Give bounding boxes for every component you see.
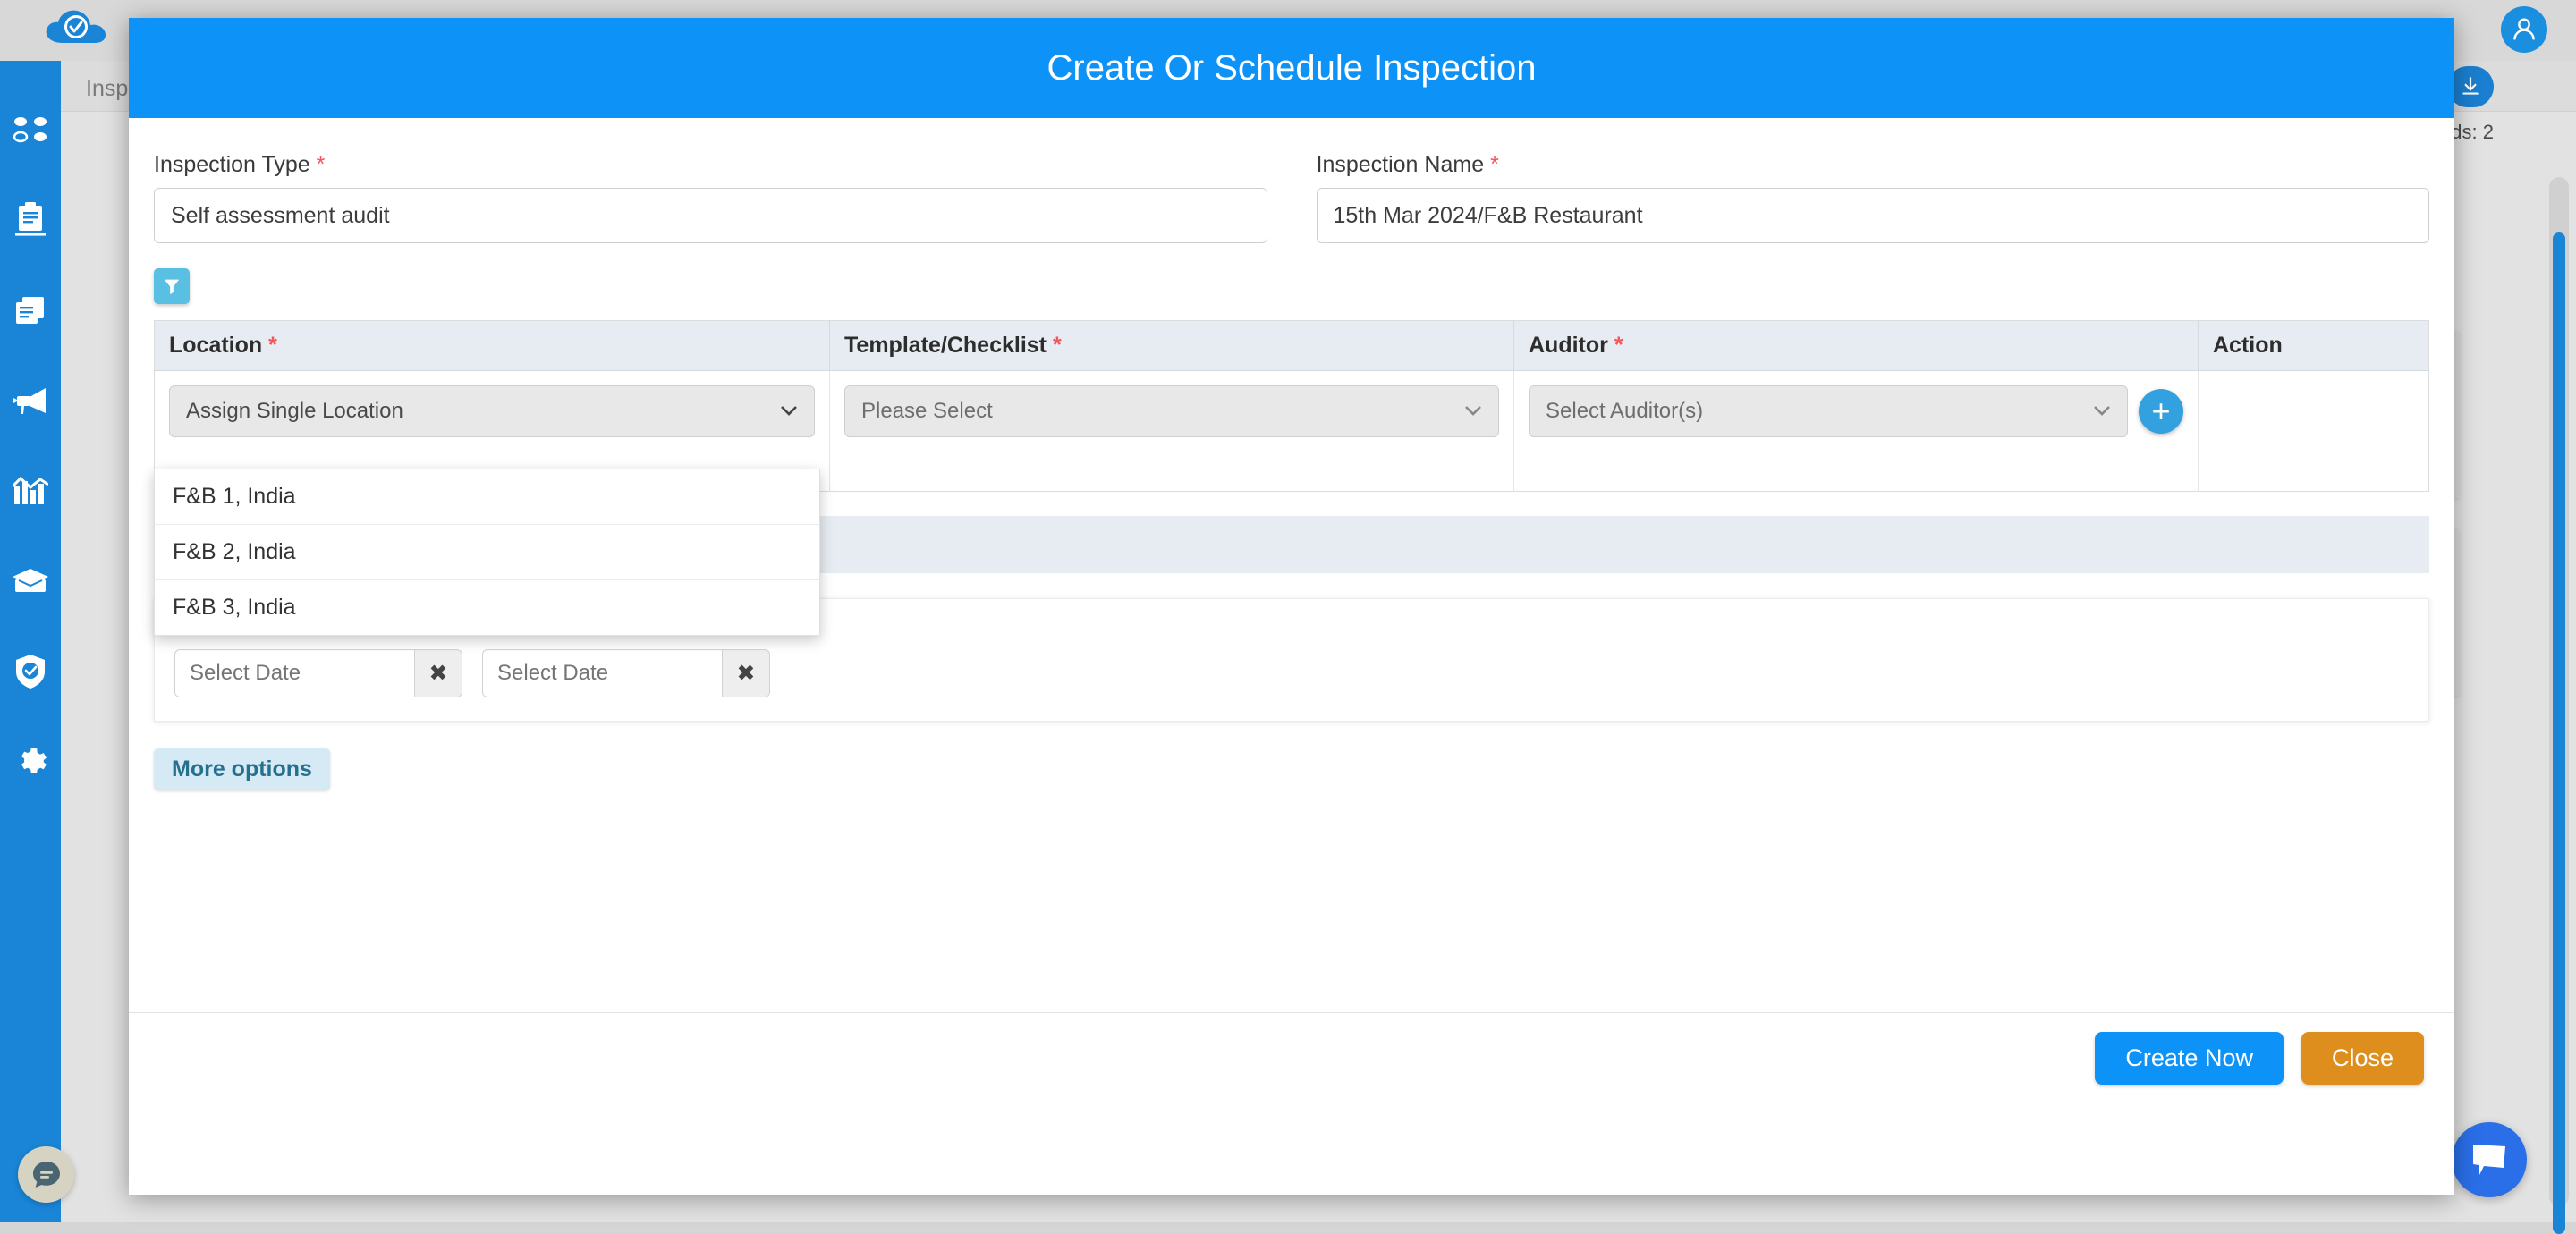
template-select-placeholder: Please Select <box>861 399 993 423</box>
modal-body: Inspection Type * Self assessment audit … <box>129 118 2454 1103</box>
location-option-3[interactable]: F&B 3, India <box>155 580 819 635</box>
modal-header: Create Or Schedule Inspection <box>129 18 2454 118</box>
sidebar-item-reports[interactable] <box>0 445 61 536</box>
inspection-type-select[interactable]: Self assessment audit <box>154 188 1267 243</box>
message-bubble-icon[interactable] <box>18 1146 74 1203</box>
add-row-button[interactable]: + <box>2139 389 2183 434</box>
inspection-type-group: Inspection Type * Self assessment audit <box>154 152 1267 243</box>
chevron-down-icon <box>2093 404 2111 417</box>
sidebar-item-inspections[interactable] <box>0 174 61 265</box>
modal-footer: Create Now Close <box>129 1012 2454 1103</box>
required-asterisk: * <box>1053 333 1062 358</box>
inspection-name-label: Inspection Name * <box>1317 152 2430 178</box>
due-date-clear-icon[interactable]: ✖ <box>722 649 770 697</box>
inspection-type-select-wrap: Self assessment audit <box>154 188 1267 243</box>
tab-inspections[interactable]: Insp <box>86 76 128 102</box>
due-date-input[interactable] <box>482 649 722 697</box>
column-header-auditor: Auditor * <box>1514 321 2199 371</box>
top-form-row: Inspection Type * Self assessment audit … <box>150 152 2433 243</box>
cell-action <box>2199 371 2429 492</box>
inspection-type-label-text: Inspection Type <box>154 152 310 177</box>
more-options-button[interactable]: More options <box>154 748 330 790</box>
column-header-auditor-text: Auditor <box>1529 333 1608 358</box>
location-dropdown-menu: F&B 1, India F&B 2, India F&B 3, India <box>154 469 820 636</box>
clipboard-icon <box>13 202 47 238</box>
start-date-clear-icon[interactable]: ✖ <box>414 649 462 697</box>
sidebar-item-settings[interactable] <box>0 716 61 807</box>
filter-funnel-icon[interactable] <box>154 268 190 304</box>
auditor-cell-inner: Select Auditor(s) + <box>1529 385 2183 437</box>
dashboard-grid-icon <box>13 115 48 144</box>
location-option-2[interactable]: F&B 2, India <box>155 525 819 580</box>
required-asterisk: * <box>268 333 277 358</box>
page-title: Create Or Schedule Inspection <box>1047 48 1537 89</box>
sidebar-item-compliance[interactable] <box>0 626 61 716</box>
assignment-table-head: Location * Template/Checklist * Auditor … <box>155 321 2429 371</box>
cell-auditor: Select Auditor(s) + <box>1514 371 2199 492</box>
auditor-select-placeholder: Select Auditor(s) <box>1546 399 1703 423</box>
location-select[interactable]: Assign Single Location <box>169 385 815 437</box>
close-button[interactable]: Close <box>2301 1032 2424 1085</box>
inspection-type-label: Inspection Type * <box>154 152 1267 178</box>
required-asterisk: * <box>1614 333 1623 358</box>
left-sidebar <box>0 61 61 1222</box>
inspection-name-group: Inspection Name * <box>1317 152 2430 243</box>
inspection-name-input[interactable] <box>1317 188 2430 243</box>
megaphone-icon <box>12 386 49 415</box>
create-schedule-inspection-modal: Create Or Schedule Inspection Inspection… <box>129 18 2454 1195</box>
create-now-button[interactable]: Create Now <box>2095 1032 2284 1085</box>
gear-icon <box>13 745 47 779</box>
auditor-select[interactable]: Select Auditor(s) <box>1529 385 2128 437</box>
documents-icon <box>13 294 47 326</box>
required-asterisk: * <box>317 152 326 177</box>
location-option-1[interactable]: F&B 1, India <box>155 469 819 525</box>
template-select[interactable]: Please Select <box>844 385 1499 437</box>
scrollbar-thumb[interactable] <box>2553 232 2565 1234</box>
due-date-input-group: ✖ <box>482 649 770 697</box>
sidebar-item-announcements[interactable] <box>0 355 61 445</box>
graduation-icon <box>12 567 49 596</box>
cell-template: Please Select <box>830 371 1514 492</box>
column-header-template: Template/Checklist * <box>830 321 1514 371</box>
chat-bubble-icon[interactable] <box>2452 1122 2527 1197</box>
start-date-input[interactable] <box>174 649 414 697</box>
inspection-name-label-text: Inspection Name <box>1317 152 1485 177</box>
sidebar-item-dashboard[interactable] <box>0 84 61 174</box>
assignment-table: Location * Template/Checklist * Auditor … <box>154 320 2429 492</box>
shield-check-icon <box>14 654 47 689</box>
chevron-down-icon <box>780 404 798 417</box>
sidebar-item-training[interactable] <box>0 536 61 626</box>
location-select-value: Assign Single Location <box>186 399 403 423</box>
user-avatar-icon[interactable] <box>2501 6 2547 53</box>
column-header-action: Action <box>2199 321 2429 371</box>
cloud-check-logo <box>36 4 143 57</box>
start-date-input-group: ✖ <box>174 649 462 697</box>
assignment-table-header-row: Location * Template/Checklist * Auditor … <box>155 321 2429 371</box>
vertical-scrollbar[interactable] <box>2549 177 2569 1206</box>
bar-chart-icon <box>13 476 48 506</box>
column-header-location: Location * <box>155 321 830 371</box>
chevron-down-icon <box>1464 404 1482 417</box>
column-header-location-text: Location <box>169 333 262 358</box>
required-asterisk: * <box>1490 152 1499 177</box>
sidebar-item-documents[interactable] <box>0 265 61 355</box>
column-header-template-text: Template/Checklist <box>844 333 1046 358</box>
